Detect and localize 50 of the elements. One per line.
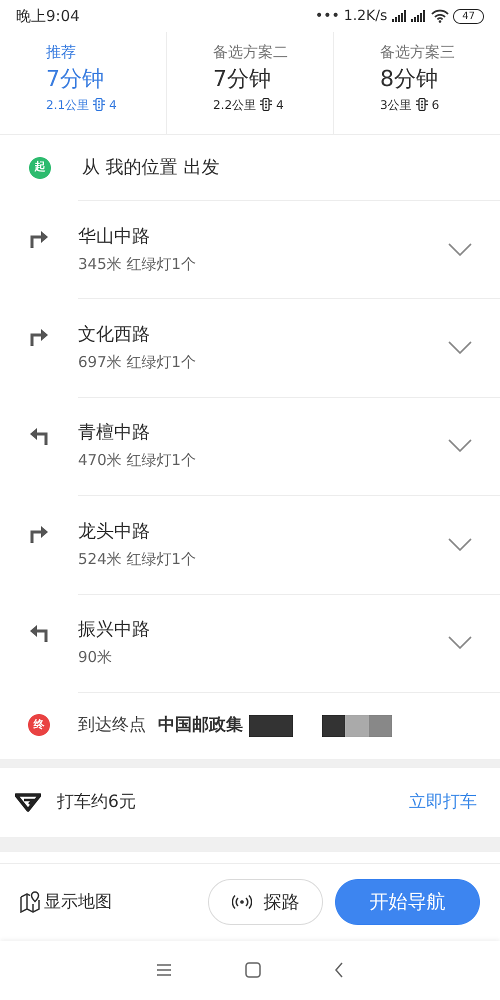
broadcast-icon	[232, 894, 252, 910]
traffic-light-icon	[260, 98, 272, 111]
status-time: 晚上9:04	[16, 6, 80, 27]
route-step[interactable]: 振兴中路 90米	[0, 594, 500, 692]
traffic-light-icon	[93, 98, 106, 111]
start-text: 从 我的位置 出发	[82, 156, 220, 180]
chevron-down-icon[interactable]	[448, 439, 472, 454]
route-step[interactable]: 龙头中路 524米 红绿灯1个	[0, 495, 500, 594]
start-navigation-button[interactable]: 开始导航	[335, 879, 480, 926]
route-tab[interactable]: 备选方案三 8分钟 3公里 6	[333, 32, 500, 134]
step-detail: 90米	[78, 647, 114, 668]
taxi-logo-icon	[15, 792, 41, 812]
end-badge: 终	[28, 714, 50, 736]
signal-icon	[391, 10, 428, 22]
road-name: 振兴中路	[78, 618, 151, 642]
battery-indicator: 47	[453, 8, 484, 24]
road-name: 青檀中路	[78, 421, 151, 446]
network-speed: 1.2K/s	[344, 6, 388, 26]
wifi-icon	[431, 9, 450, 23]
road-name: 文化西路	[78, 323, 151, 348]
route-step[interactable]: 华山中路 345米 红绿灯1个	[0, 200, 500, 298]
chevron-down-icon[interactable]	[448, 538, 472, 552]
step-detail: 345米 红绿灯1个	[78, 254, 197, 275]
step-detail: 524米 红绿灯1个	[78, 548, 197, 570]
chevron-down-icon[interactable]	[448, 341, 472, 356]
end-label: 到达终点	[78, 714, 146, 738]
map-pin-icon	[20, 891, 40, 914]
explore-button[interactable]: 探路	[208, 879, 323, 926]
notification-dots: •••	[315, 6, 340, 26]
chevron-down-icon[interactable]	[448, 636, 472, 650]
route-tab[interactable]: 推荐 7分钟 2.1公里 4	[0, 32, 166, 134]
redaction-block	[249, 714, 293, 737]
route-step[interactable]: 青檀中路 470米 红绿灯1个	[0, 396, 500, 496]
back-icon[interactable]	[334, 962, 344, 978]
road-name: 华山中路	[78, 224, 151, 249]
taxi-price: 打车约6元	[57, 790, 137, 814]
hail-taxi-link[interactable]: 立即打车	[409, 790, 477, 816]
show-map-button[interactable]: 显示地图	[20, 890, 208, 916]
traffic-light-icon	[416, 98, 428, 111]
menu-icon[interactable]	[156, 963, 172, 978]
road-name: 龙头中路	[78, 520, 151, 544]
route-step[interactable]: 文化西路 697米 红绿灯1个	[0, 298, 500, 397]
step-detail: 697米 红绿灯1个	[78, 352, 197, 374]
home-icon[interactable]	[244, 962, 261, 978]
route-tab[interactable]: 备选方案二 7分钟 2.2公里 4	[166, 32, 333, 134]
step-detail: 470米 红绿灯1个	[78, 450, 197, 472]
start-badge: 起	[29, 156, 51, 178]
redaction-block	[322, 714, 392, 737]
destination-name: 中国邮政集	[158, 714, 243, 738]
chevron-down-icon[interactable]	[448, 242, 472, 257]
